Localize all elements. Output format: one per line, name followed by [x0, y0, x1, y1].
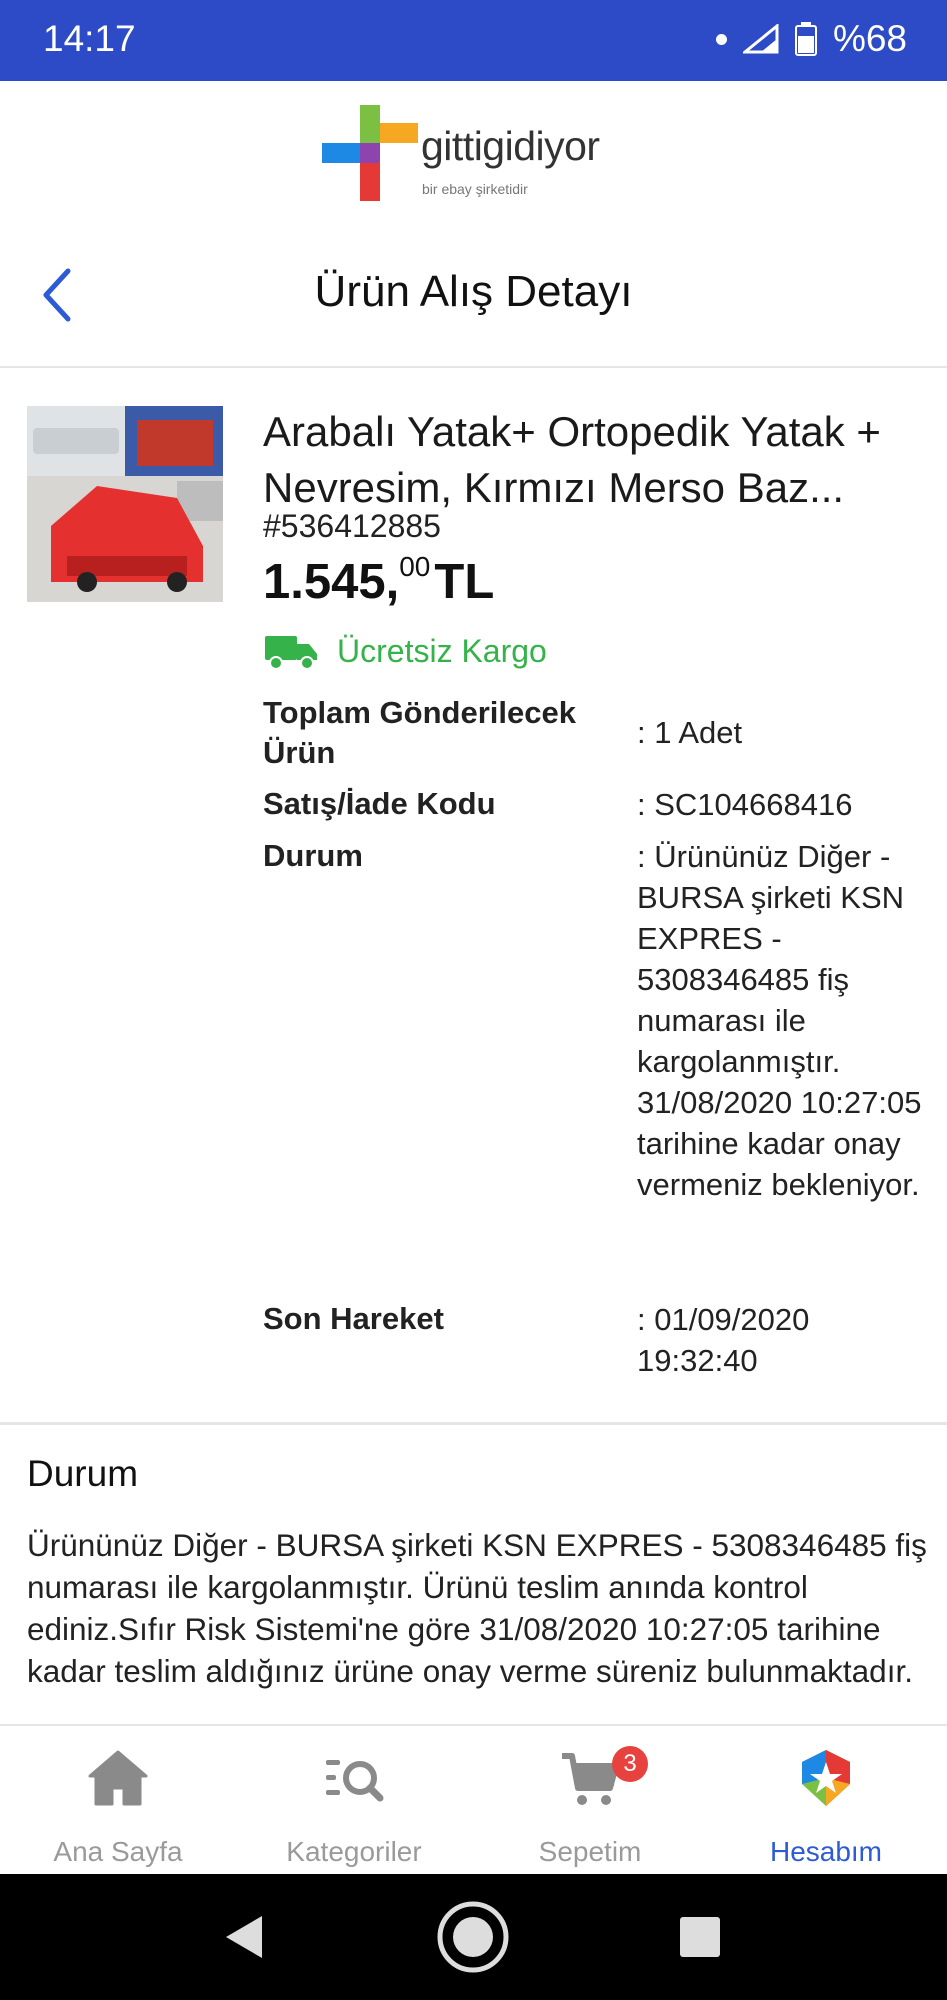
notification-dot-icon [715, 33, 727, 45]
clock: 14:17 [43, 18, 136, 59]
price-decimals: 00 [399, 551, 431, 582]
free-shipping-label: Ücretsiz Kargo [337, 633, 547, 669]
signal-icon [742, 24, 779, 54]
home-icon [88, 1750, 148, 1806]
product-title[interactable]: Arabalı Yatak+ Ortopedik Yatak + Nevresi… [263, 404, 923, 516]
bottom-tab-bar: Ana Sayfa Kategoriler 3 Sepetim Hesabım [0, 1724, 947, 1876]
tab-cart[interactable]: 3 Sepetim [472, 1726, 708, 1876]
product-id: #536412885 [263, 508, 441, 544]
cart-count-badge: 3 [612, 1746, 648, 1782]
tab-categories-label: Kategoriler [286, 1836, 422, 1867]
tab-home-label: Ana Sayfa [53, 1836, 183, 1867]
account-badge-icon [802, 1750, 850, 1806]
system-navigation-bar [0, 1874, 947, 2000]
battery-icon [794, 22, 817, 56]
price-main: 1.545, [263, 555, 400, 609]
tab-cart-label: Sepetim [538, 1836, 642, 1867]
tab-account-label: Hesabım [769, 1836, 883, 1867]
sale-return-code-label: Satış/İade Kodu [263, 786, 496, 821]
total-items-value: : 1 Adet [637, 715, 743, 750]
status-section: Durum Ürününüz Diğer - BURSA şirketi KSN… [0, 1425, 947, 1725]
status-value: : Ürününüz Diğer - BURSA şirketi KSN EXP… [637, 839, 922, 1202]
gittigidiyor-logo: gittigidiyor bir ebay şirketidir [322, 103, 622, 203]
page-title: Ürün Alış Detayı [314, 267, 633, 316]
nav-back-icon[interactable] [220, 1912, 270, 1962]
status-label: Durum [263, 838, 363, 873]
logo-tagline: bir ebay şirketidir [422, 181, 528, 197]
logo-wordmark: gittigidiyor [421, 123, 600, 169]
status-bar: 14:17 %68 [0, 0, 947, 81]
tab-categories[interactable]: Kategoriler [236, 1726, 472, 1876]
last-action-label: Son Hareket [263, 1301, 444, 1336]
page-header: Ürün Alış Detayı [0, 221, 947, 368]
status-section-text: Ürününüz Diğer - BURSA şirketi KSN EXPRE… [27, 1527, 927, 1689]
categories-search-icon [326, 1760, 384, 1802]
truck-icon [265, 635, 317, 670]
battery-percent: %68 [832, 18, 907, 59]
product-detail-card: Arabalı Yatak+ Ortopedik Yatak + Nevresi… [0, 368, 947, 1425]
nav-home-icon[interactable] [435, 1899, 511, 1975]
status-section-title: Durum [27, 1453, 139, 1494]
price-currency: TL [434, 555, 495, 609]
product-image[interactable] [27, 406, 223, 602]
last-action-value: : 01/09/2020 19:32:40 [637, 1302, 810, 1378]
total-items-label: Toplam Gönderilecek Ürün [263, 695, 576, 770]
product-price: 1.545,00TL [263, 551, 494, 610]
logo-area: gittigidiyor bir ebay şirketidir [0, 81, 947, 221]
status-icons: %68 [715, 18, 907, 60]
tab-home[interactable]: Ana Sayfa [0, 1726, 236, 1876]
nav-recents-icon[interactable] [679, 1916, 721, 1958]
sale-return-code-value: : SC104668416 [637, 787, 853, 822]
logo-mark-icon [322, 105, 418, 201]
cart-icon [562, 1753, 619, 1805]
tab-account[interactable]: Hesabım [708, 1726, 944, 1876]
free-shipping-row: Ücretsiz Kargo [265, 633, 547, 670]
